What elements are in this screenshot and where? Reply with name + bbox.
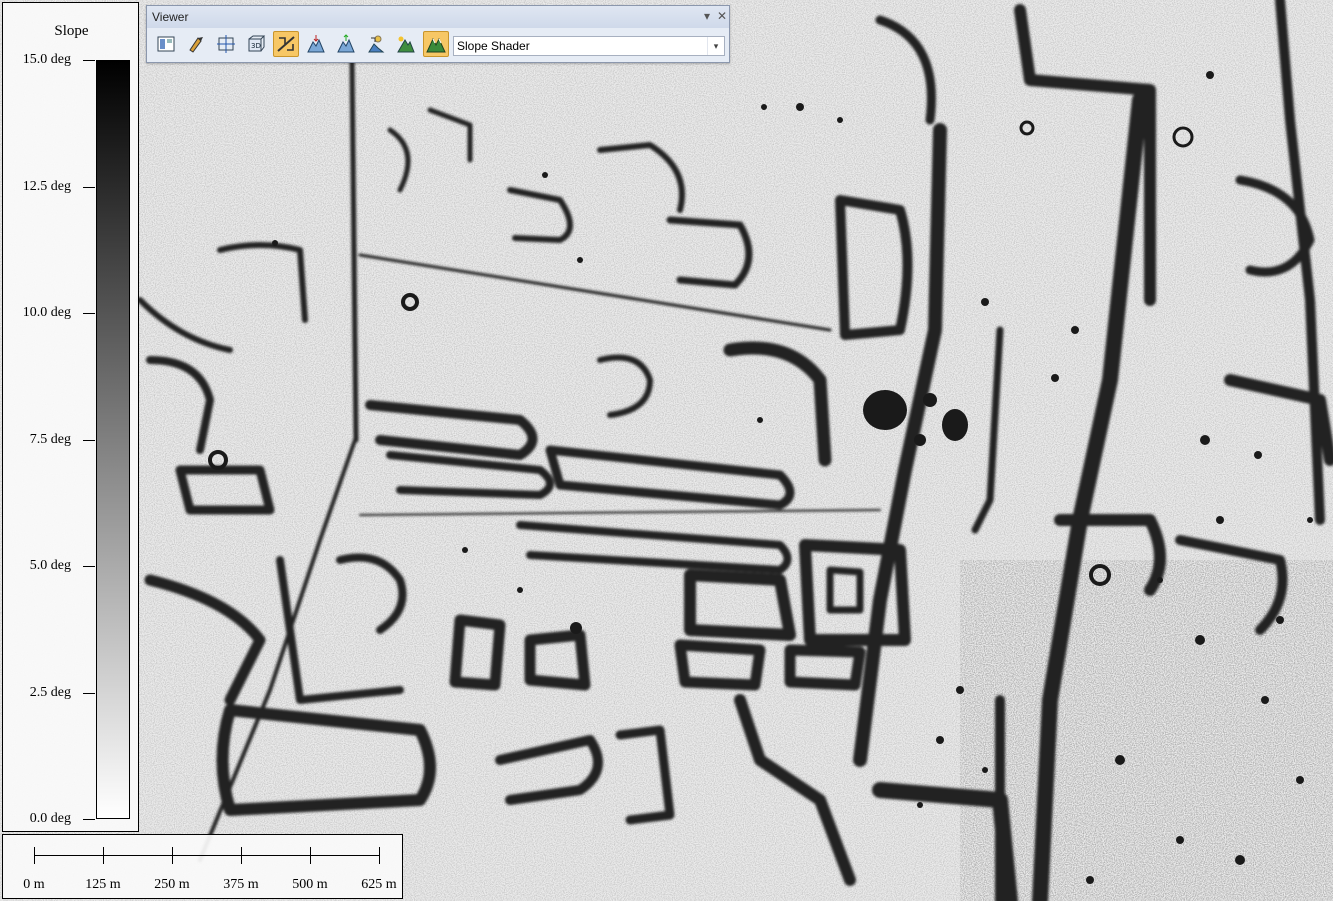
viewer-toolbar-window[interactable]: Viewer ▾ ✕ 3D Slope Shader ▾ — [146, 5, 730, 63]
viewer-title-bar[interactable]: Viewer ▾ ✕ — [147, 6, 729, 28]
crosshair-icon[interactable] — [213, 31, 239, 57]
elevation-down-icon[interactable] — [303, 31, 329, 57]
legend-tick-mark — [83, 313, 95, 314]
scale-bar-tick — [241, 847, 242, 864]
slope-legend: Slope 15.0 deg 12.5 deg 10.0 deg 7.5 deg 5.0… — [2, 2, 139, 832]
legend-tick-label: 10.0 deg — [22, 305, 71, 320]
legend-tick-label: 0.0 deg — [29, 811, 71, 826]
legend-tick-label: 5.0 deg — [29, 558, 71, 573]
legend-tick-mark — [83, 60, 95, 61]
scale-bar-tick — [310, 847, 311, 864]
3d-view-icon[interactable]: 3D — [243, 31, 269, 57]
legend-tick-label: 12.5 deg — [22, 178, 71, 194]
legend-tick-label: 2.5 deg — [29, 684, 71, 700]
slope-shader-icon[interactable] — [273, 31, 299, 57]
legend-tick-mark — [83, 566, 95, 567]
svg-text:3D: 3D — [251, 42, 261, 50]
slope-color-ramp — [96, 60, 130, 819]
pin-dropdown-icon[interactable]: ▾ — [700, 9, 714, 23]
shader-select-value: Slope Shader — [457, 39, 530, 53]
legend-tick-mark — [83, 819, 95, 820]
scale-bar-label: 250 m — [154, 877, 190, 892]
scale-bar-tick — [172, 847, 173, 864]
shader-select[interactable]: Slope Shader ▾ — [453, 36, 725, 56]
scale-bar-tick — [103, 847, 104, 864]
scale-bar-line — [34, 855, 379, 856]
mountain-shade-icon[interactable] — [423, 31, 449, 57]
legend-title: Slope — [54, 23, 89, 39]
legend-tick-mark — [83, 186, 95, 188]
scale-bar-label: 625 m — [361, 877, 397, 892]
slope-map-canvas[interactable] — [0, 0, 1333, 901]
scale-bar-label: 0 m — [23, 877, 45, 892]
legend-tick-mark — [83, 692, 95, 694]
light-source-icon[interactable] — [363, 31, 389, 57]
scale-bar-label: 500 m — [292, 877, 328, 892]
close-icon[interactable]: ✕ — [715, 9, 729, 23]
sun-shade-icon[interactable] — [393, 31, 419, 57]
layout-icon[interactable] — [153, 31, 179, 57]
viewer-title: Viewer — [152, 10, 189, 24]
elevation-up-icon[interactable] — [333, 31, 359, 57]
chevron-down-icon[interactable]: ▾ — [707, 37, 724, 55]
legend-tick-label: 7.5 deg — [29, 431, 71, 447]
legend-tick-label: 15.0 deg — [22, 52, 71, 67]
scale-bar-label: 125 m — [85, 877, 121, 892]
legend-tick-mark — [83, 439, 95, 441]
scale-bar-tick — [379, 847, 380, 864]
pick-tool-icon[interactable] — [183, 31, 209, 57]
scale-bar-tick — [34, 847, 35, 864]
scale-bar: 0 m 125 m 250 m 375 m 500 m 625 m — [2, 834, 403, 899]
scale-bar-label: 375 m — [223, 877, 259, 892]
